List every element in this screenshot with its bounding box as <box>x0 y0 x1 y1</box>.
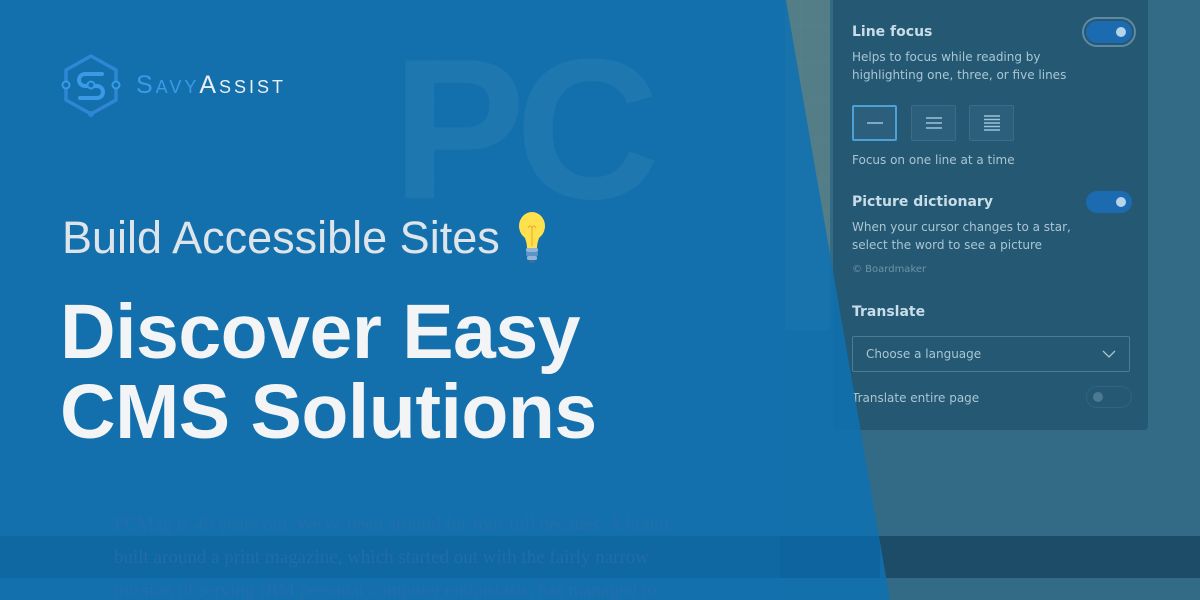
article-line: mission of serving IBM personal computer… <box>114 580 657 600</box>
article-line: built around a print magazine, which sta… <box>114 547 650 568</box>
line-focus-title: Line focus <box>852 24 933 40</box>
line-focus-one-line-button[interactable] <box>852 105 897 141</box>
boardmaker-credit: © Boardmaker <box>852 264 927 275</box>
brand-name-part1: Savy <box>136 70 200 99</box>
line-focus-five-lines-button[interactable] <box>969 105 1014 141</box>
description-line: highlighting one, three, or five lines <box>852 68 1067 82</box>
brand-logo: SavyAssist <box>58 52 286 118</box>
description-line: Helps to focus while reading by <box>852 50 1041 64</box>
description-line: select the word to see a picture <box>852 238 1043 252</box>
article-line: PCMag is 40 years old. We've been around… <box>114 514 670 535</box>
line-focus-caption: Focus on one line at a time <box>852 153 1015 167</box>
picture-dictionary-toggle[interactable] <box>1086 191 1132 213</box>
one-line-icon <box>866 122 883 124</box>
language-select-value: Choose a language <box>866 347 982 361</box>
description-line: When your cursor changes to a star, <box>852 220 1071 234</box>
translate-title: Translate <box>852 304 926 320</box>
chevron-down-icon <box>1102 350 1116 358</box>
translate-entire-page-label: Translate entire page <box>852 391 980 405</box>
hero-headline-line: Discover Easy <box>60 289 581 375</box>
hero-subtitle: Build Accessible Sites <box>62 210 546 266</box>
circuit-s-hexagon-icon <box>61 54 121 117</box>
toggle-knob <box>1116 197 1126 207</box>
toggle-knob <box>1093 392 1103 402</box>
reading-preferences-panel: Line focus Helps to focus while reading … <box>833 0 1148 430</box>
line-focus-toggle[interactable] <box>1082 17 1136 47</box>
five-lines-icon <box>983 115 1000 131</box>
picture-dictionary-title: Picture dictionary <box>852 194 993 210</box>
line-focus-description: Helps to focus while reading by highligh… <box>852 48 1066 84</box>
hero-headline-line: CMS Solutions <box>60 369 597 455</box>
line-focus-three-lines-button[interactable] <box>911 105 956 141</box>
background-masthead: PC <box>392 18 660 241</box>
brand-name-part2: Assist <box>199 70 287 99</box>
toggle-knob <box>1116 27 1126 37</box>
hero-subtitle-text: Build Accessible Sites <box>62 212 500 263</box>
hero-headline: Discover Easy CMS Solutions <box>60 292 597 452</box>
background-article-text: PCMag is 40 years old. We've been around… <box>114 508 834 600</box>
picture-dictionary-description: When your cursor changes to a star, sele… <box>852 218 1071 254</box>
lightbulb-icon <box>518 212 545 263</box>
language-select[interactable]: Choose a language <box>852 336 1130 372</box>
three-lines-icon <box>925 117 942 129</box>
brand-name: SavyAssist <box>136 71 286 100</box>
translate-entire-page-toggle[interactable] <box>1086 386 1132 408</box>
